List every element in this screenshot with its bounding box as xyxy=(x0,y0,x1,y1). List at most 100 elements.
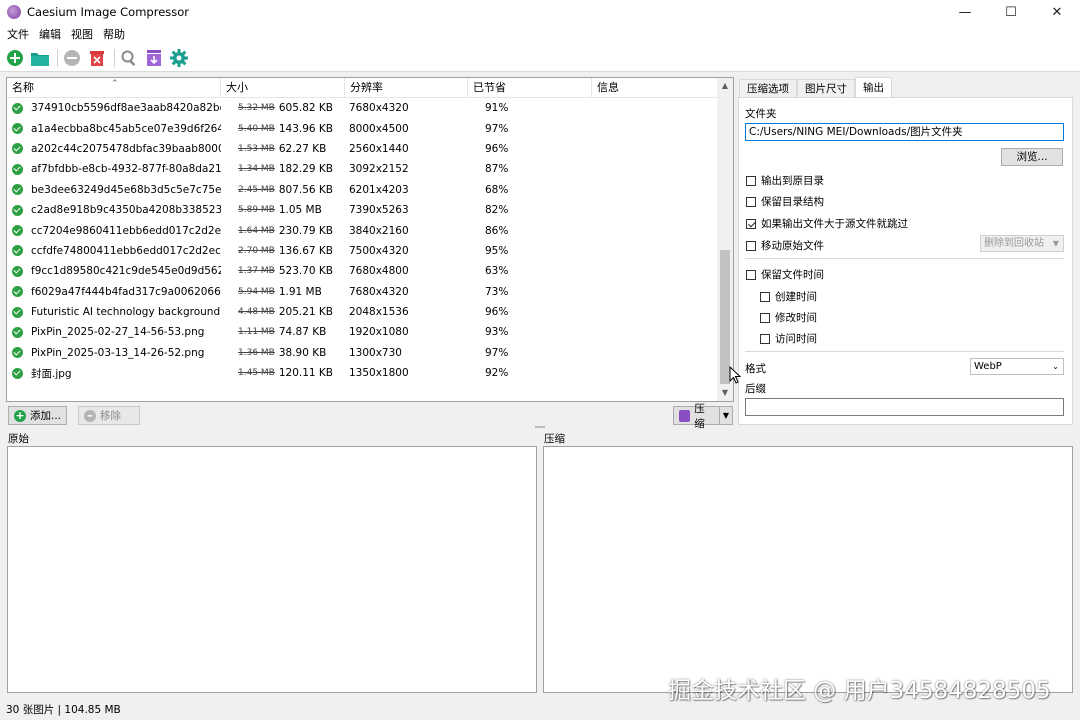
table-row[interactable]: af7bfdbb-e8cb-4932-877f-80a8da2141 1.34 M… xyxy=(7,159,719,179)
tab-compression[interactable]: 压缩选项 xyxy=(739,79,797,98)
compress-options-dropdown[interactable]: ▼ xyxy=(719,406,733,425)
file-name: 封面.jpg xyxy=(31,367,72,380)
table-row[interactable]: be3dee63249d45e68b3d5c5e7c75ef23 2.45 MB 8… xyxy=(7,180,719,200)
menu-file[interactable]: 文件 xyxy=(2,26,34,42)
table-row[interactable]: Futuristic AI technology background fo 4.… xyxy=(7,302,719,322)
toolbar-separator xyxy=(114,48,115,67)
saved-cell: 86% xyxy=(485,224,509,237)
success-check-icon xyxy=(12,102,23,114)
saved-cell: 73% xyxy=(485,285,509,298)
keep-accessed-checkbox[interactable] xyxy=(760,333,770,344)
saved-cell: 96% xyxy=(485,142,509,155)
table-row[interactable]: ccfdfe74800411ebb6edd017c2d2eca2. 2.70 MB… xyxy=(7,241,719,261)
scroll-thumb[interactable] xyxy=(720,250,730,384)
move-original-checkbox[interactable] xyxy=(746,240,756,251)
sort-ascending-icon: ⌃ xyxy=(111,79,119,89)
file-name-cell: af7bfdbb-e8cb-4932-877f-80a8da2141 xyxy=(7,163,221,175)
column-name[interactable]: 名称 ⌃ xyxy=(7,78,221,98)
open-folder-icon[interactable] xyxy=(29,47,51,69)
file-name-cell: PixPin_2025-03-13_14-26-52.png xyxy=(7,347,221,359)
move-original-label: 移动原始文件 xyxy=(761,240,824,252)
output-to-source-checkbox[interactable] xyxy=(746,175,756,186)
clear-list-icon[interactable] xyxy=(86,47,108,69)
add-icon[interactable] xyxy=(4,47,26,69)
menu-view[interactable]: 视图 xyxy=(66,26,98,42)
table-row[interactable]: cc7204e9860411ebb6edd017c2d2eca2.1.64 MB… xyxy=(7,220,719,240)
compress-button[interactable]: 压缩 xyxy=(673,403,720,430)
column-resolution[interactable]: 分辨率 xyxy=(345,78,468,98)
column-info[interactable]: 信息 xyxy=(592,78,719,98)
remove-icon[interactable] xyxy=(61,47,83,69)
original-preview xyxy=(7,446,537,693)
keep-modified-option[interactable]: 修改时间 xyxy=(760,310,817,325)
tab-output[interactable]: 输出 xyxy=(855,77,892,98)
format-select[interactable]: WebP ⌄ xyxy=(970,358,1064,375)
file-name-cell: f9cc1d89580c421c9de545e0d9d56266. xyxy=(7,265,221,277)
table-row[interactable]: PixPin_2025-02-27_14-56-53.png 1.11 MB 74.… xyxy=(7,322,719,342)
scroll-up-icon[interactable]: ▲ xyxy=(717,78,733,94)
file-size-cell: 5.32 MB 605.82 KB xyxy=(221,102,345,114)
column-size[interactable]: 大小 xyxy=(221,78,345,98)
output-to-source-option[interactable]: 输出到原目录 xyxy=(746,173,824,188)
file-size-cell: 1.36 MB 38.90 KB xyxy=(221,347,345,359)
compressed-size: 605.82 KB xyxy=(278,102,334,115)
table-row[interactable]: a1a4ecbba8bc45ab5ce07e39d6f26490 5.40 MB 1… xyxy=(7,118,719,138)
move-target-select[interactable]: 删除到回收站 ▼ xyxy=(980,235,1064,252)
column-saved[interactable]: 已节省 xyxy=(468,78,592,98)
original-size: 4.48 MB xyxy=(238,307,275,318)
remove-button[interactable]: – 移除 xyxy=(78,406,140,425)
settings-icon[interactable] xyxy=(168,47,190,69)
table-row[interactable]: 374910cb5596df8ae3aab8420a82bdf. 5.32 MB 6… xyxy=(7,98,719,118)
compressed-size: 1.91 MB xyxy=(278,285,322,298)
toolbar-separator xyxy=(57,48,58,67)
suffix-input[interactable] xyxy=(745,398,1064,416)
minimize-button[interactable]: — xyxy=(942,0,988,24)
resolution-cell: 3092x2152 xyxy=(349,163,409,176)
format-value: WebP xyxy=(974,361,1002,372)
output-folder-input[interactable]: C:/Users/NING MEI/Downloads/图片文件夹 xyxy=(745,123,1064,141)
file-size-cell: 1.11 MB 74.87 KB xyxy=(221,326,345,338)
splitter-handle[interactable] xyxy=(535,426,545,428)
keep-modified-checkbox[interactable] xyxy=(760,312,770,323)
table-row[interactable]: a202c44c2075478dbfac39baab800046. 1.53 MB… xyxy=(7,139,719,159)
saved-cell: 82% xyxy=(485,204,509,217)
keep-created-option[interactable]: 创建时间 xyxy=(760,289,817,304)
file-list[interactable]: 名称 ⌃ 大小 分辨率 已节省 信息 374910cb5596df8ae3aab… xyxy=(6,77,734,402)
resolution-cell: 1350x1800 xyxy=(349,367,409,380)
window-controls: — ☐ ✕ xyxy=(942,0,1080,24)
table-row[interactable]: 封面.jpg 1.45 MB 120.11 KB 1350x1800 92% xyxy=(7,363,719,383)
maximize-button[interactable]: ☐ xyxy=(988,0,1034,24)
keep-structure-checkbox[interactable] xyxy=(746,196,756,207)
table-row[interactable]: PixPin_2025-03-13_14-26-52.png 1.36 MB 38.… xyxy=(7,343,719,363)
original-size: 5.40 MB xyxy=(238,123,275,134)
keep-accessed-option[interactable]: 访问时间 xyxy=(760,331,817,346)
keep-created-checkbox[interactable] xyxy=(760,291,770,302)
move-original-option[interactable]: 移动原始文件 xyxy=(746,238,824,253)
folder-label: 文件夹 xyxy=(745,108,777,120)
browse-button[interactable]: 浏览... xyxy=(1001,148,1063,166)
tab-resize[interactable]: 图片尺寸 xyxy=(797,79,855,98)
table-row[interactable]: f9cc1d89580c421c9de545e0d9d56266. 1.37 MB… xyxy=(7,261,719,281)
add-button[interactable]: + 添加... xyxy=(8,406,68,425)
saved-cell: 95% xyxy=(485,244,509,257)
keep-structure-label: 保留目录结构 xyxy=(761,196,824,208)
table-row[interactable]: f6029a47f444b4fad317c9a0062066c9.jp5.94 … xyxy=(7,282,719,302)
remove-button-label: 移除 xyxy=(100,410,121,422)
keep-structure-option[interactable]: 保留目录结构 xyxy=(746,194,824,209)
menu-help[interactable]: 帮助 xyxy=(98,26,130,42)
compressed-size: 74.87 KB xyxy=(278,326,327,339)
skip-if-larger-option[interactable]: 如果输出文件大于源文件就跳过 xyxy=(746,216,908,231)
scroll-down-icon[interactable]: ▼ xyxy=(717,385,733,401)
menu-edit[interactable]: 编辑 xyxy=(34,26,66,42)
keep-dates-checkbox[interactable] xyxy=(746,269,756,280)
close-button[interactable]: ✕ xyxy=(1034,0,1080,24)
skip-if-larger-checkbox[interactable] xyxy=(746,218,756,229)
suffix-label: 后缀 xyxy=(745,383,766,395)
file-size-cell: 1.64 MB 230.79 KB xyxy=(221,225,345,237)
search-icon[interactable] xyxy=(118,47,140,69)
vertical-scrollbar[interactable]: ▲ ▼ xyxy=(717,78,733,401)
table-row[interactable]: c2ad8e918b9c4350ba4208b3385239ca 5.89 MB 1… xyxy=(7,200,719,220)
saved-cell: 93% xyxy=(485,326,509,339)
compress-icon[interactable] xyxy=(143,47,165,69)
keep-dates-option[interactable]: 保留文件时间 xyxy=(746,267,824,282)
